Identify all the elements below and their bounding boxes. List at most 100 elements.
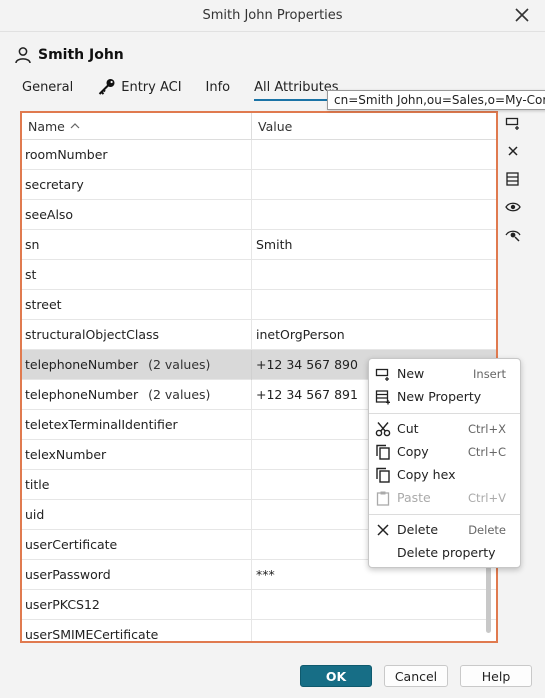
attribute-name: telephoneNumber [25,387,139,402]
table-row[interactable]: roomNumber [22,139,496,170]
scissors-icon [375,422,391,437]
attribute-name: teletexTerminalIdentifier [25,417,178,432]
value-count: (2 values) [148,387,211,402]
menu-item-delete[interactable]: Delete Delete [369,519,520,541]
attribute-value: +12 34 567 891 [256,387,358,402]
menu-item-paste[interactable]: Paste Ctrl+V [369,487,520,509]
menu-shortcut: Delete [468,523,506,537]
menu-shortcut: Ctrl+X [468,422,506,436]
menu-item-copy[interactable]: Copy Ctrl+C [369,441,520,463]
menu-item-cut[interactable]: Cut Ctrl+X [369,418,520,440]
tab-entry-aci[interactable]: Entry ACI [97,75,182,99]
menu-label: Delete [397,522,439,537]
help-button[interactable]: Help [460,665,532,687]
list-edit-icon [506,172,519,186]
attribute-name: seeAlso [25,207,74,222]
cancel-button[interactable]: Cancel [384,665,448,687]
tab-label: Info [205,79,231,95]
attribute-value: *** [256,567,275,582]
attribute-name: telexNumber [25,447,107,462]
table-row[interactable]: st [22,259,496,290]
menu-item-copy-hex[interactable]: Copy hex [369,464,520,486]
eye-icon [505,202,521,212]
attribute-value: Smith [256,237,293,252]
attribute-name: street [25,297,62,312]
attribute-name: userPassword [25,567,111,582]
column-header-label: Name [28,118,65,134]
attribute-name: userCertificate [25,537,118,552]
attribute-name: st [25,267,37,282]
attribute-name: userPKCS12 [25,597,100,612]
menu-item-delete-property[interactable]: Delete property [369,542,520,564]
find-value-button[interactable] [502,224,524,246]
copy-icon [376,444,390,460]
menu-item-new[interactable]: New Insert [369,363,520,385]
dn-tooltip: cn=Smith John,ou=Sales,o=My-Cor [327,90,545,110]
menu-label: New [397,366,425,381]
table-header: Name Value [22,113,496,140]
delete-value-button[interactable] [502,140,524,162]
attribute-name: sn [25,237,40,252]
entry-header: Smith John [14,44,124,66]
menu-label: Delete property [397,545,496,560]
menu-label: New Property [397,389,482,404]
tab-label: All Attributes [254,79,339,95]
table-row[interactable]: seeAlso [22,199,496,230]
tab-all-attributes[interactable]: All Attributes [254,75,340,101]
column-header-name[interactable]: Name [22,113,252,140]
menu-label: Paste [397,490,431,505]
attribute-value: +12 34 567 890 [256,357,358,372]
menu-item-new-property[interactable]: New Property [369,386,520,408]
side-toolbar [502,112,524,246]
user-icon [15,47,31,64]
x-icon [508,146,518,156]
menu-shortcut: Ctrl+C [467,445,506,459]
attribute-name: secretary [25,177,84,192]
column-header-label: Value [258,118,293,134]
attribute-name: userSMIMECertificate [25,627,159,642]
menu-separator [369,514,520,515]
menu-label: Copy hex [397,467,456,482]
copy-hex-icon [376,467,390,483]
add-value-button[interactable] [502,112,524,134]
ok-button[interactable]: OK [300,665,372,687]
menu-label: Cut [397,421,419,436]
attribute-name: title [25,477,50,492]
value-count: (2 values) [148,357,211,372]
entry-name: Smith John [38,47,124,63]
menu-label: Copy [397,444,429,459]
eye-search-icon [505,230,521,242]
x-icon [377,524,389,536]
table-row[interactable]: structuralObjectClass inetOrgPerson [22,319,496,350]
table-row[interactable]: street [22,289,496,320]
menu-separator [369,413,520,414]
table-row[interactable]: sn Smith [22,229,496,260]
window-title: Smith John Properties [202,8,343,23]
show-value-button[interactable] [502,196,524,218]
table-row[interactable]: userPKCS12 [22,589,496,620]
tab-info[interactable]: Info [206,75,231,99]
context-menu: New Insert New Property Cut Ctrl+X Copy … [368,358,521,568]
new-value-icon [375,368,389,381]
attribute-name: structuralObjectClass [25,327,160,342]
table-row[interactable]: userSMIMECertificate [22,619,496,642]
title-bar: Smith John Properties [0,0,545,32]
tab-general[interactable]: General [22,75,73,99]
new-property-icon [375,390,390,405]
tab-label: Entry ACI [121,79,182,95]
table-row[interactable]: secretary [22,169,496,200]
menu-shortcut: Ctrl+V [468,491,506,505]
sort-ascending-icon [70,123,80,129]
close-icon[interactable] [513,6,531,24]
tab-bar: General Entry ACI Info All Attributes [22,74,363,101]
key-icon [99,79,115,95]
attribute-name: telephoneNumber [25,357,139,372]
attribute-value: inetOrgPerson [256,327,345,342]
new-value-icon [505,117,519,130]
edit-value-button[interactable] [502,168,524,190]
column-header-value[interactable]: Value [252,119,292,134]
paste-icon [376,491,390,506]
attribute-name: roomNumber [25,147,108,162]
attribute-name: uid [25,507,45,522]
menu-shortcut: Insert [473,367,506,381]
